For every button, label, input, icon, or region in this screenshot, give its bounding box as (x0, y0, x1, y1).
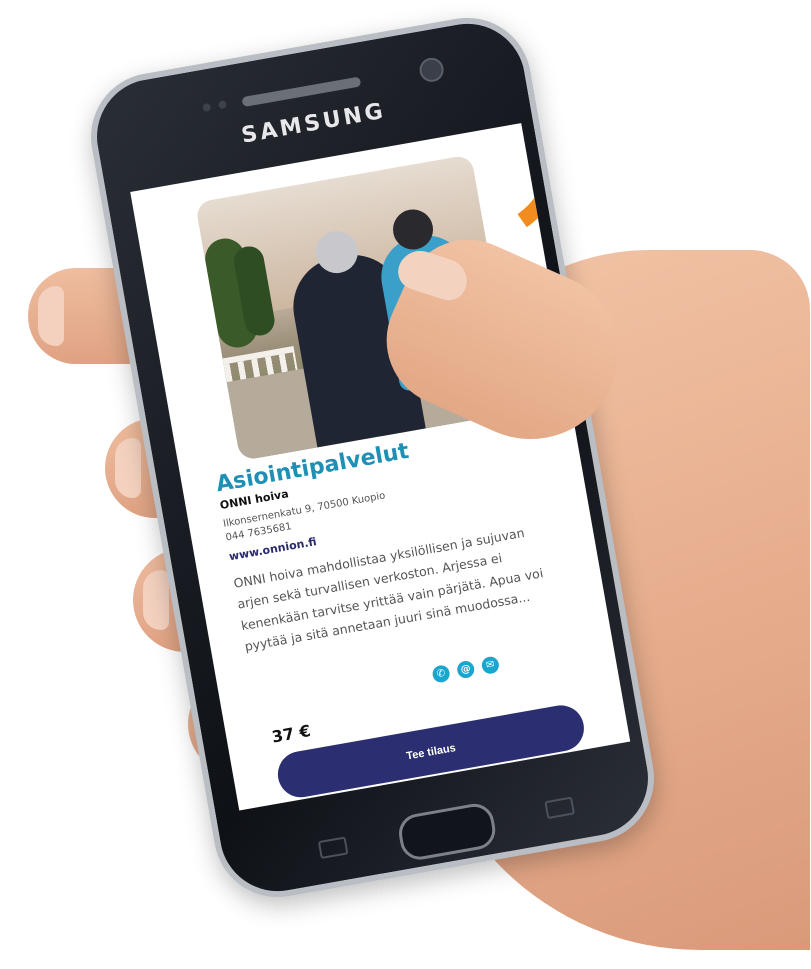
back-key[interactable] (544, 796, 576, 820)
app-screen: Asiointipalvelut ONNI hoiva Ilkonsernenk… (130, 123, 631, 811)
fingernail (143, 570, 169, 630)
front-camera (417, 55, 446, 84)
email-icon[interactable]: @ (455, 659, 476, 680)
order-button[interactable]: Tee tilaus (274, 701, 588, 801)
recent-apps-key[interactable] (317, 836, 349, 860)
sensor-dot (217, 100, 228, 110)
fingernail (38, 286, 64, 346)
sensor-dot (202, 102, 212, 113)
fingernail (115, 438, 141, 498)
phone-body: SAMSUNG Asiointipalvelut ONNI hoiva Ilko… (80, 7, 665, 908)
phone-icon[interactable]: ✆ (431, 664, 451, 684)
earpiece-speaker (241, 76, 362, 108)
listing-price: 37 € (270, 721, 313, 747)
contact-icons: ✆ @ ✉ (431, 655, 501, 684)
listing-description: ONNI hoiva mahdollistaa yksilöllisen ja … (232, 525, 545, 654)
smartphone: SAMSUNG Asiointipalvelut ONNI hoiva Ilko… (80, 7, 665, 908)
chat-icon[interactable]: ✉ (480, 655, 501, 676)
home-button[interactable] (395, 800, 499, 863)
